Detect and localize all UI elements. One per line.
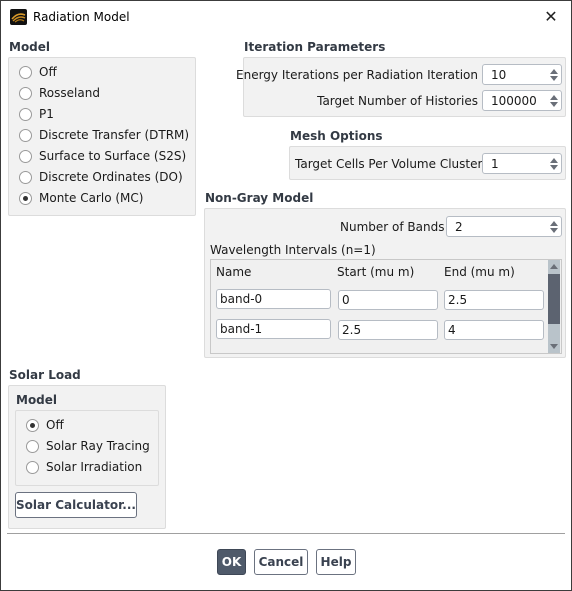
ok-button[interactable]: OK [217, 549, 246, 575]
option-label: Rosseland [39, 86, 100, 100]
model-group: Off Rosseland P1 Discrete Transfer (DTRM… [8, 57, 196, 216]
cancel-button[interactable]: Cancel [254, 549, 308, 575]
spinner-arrows[interactable] [547, 217, 561, 236]
radio-button[interactable] [19, 149, 32, 163]
arrow-up-icon[interactable] [550, 157, 558, 163]
nongray-heading: Non-Gray Model [205, 191, 314, 205]
spinner-arrows[interactable] [547, 154, 561, 173]
column-header-end: End (mu m) [444, 265, 515, 279]
band-1-name-field[interactable]: band-1 [216, 319, 331, 339]
energy-iterations-value[interactable]: 10 [483, 68, 547, 82]
solar-calculator-button[interactable]: Solar Calculator... [15, 492, 137, 518]
iteration-heading: Iteration Parameters [244, 40, 386, 54]
band-0-end-field[interactable]: 2.5 [444, 290, 544, 310]
option-label: Solar Ray Tracing [46, 439, 150, 453]
solar-load-heading: Solar Load [9, 368, 81, 382]
title-bar: Radiation Model ✕ [1, 1, 571, 34]
option-label: P1 [39, 107, 54, 121]
model-heading: Model [9, 40, 51, 54]
band-0-start-field[interactable]: 0 [338, 290, 438, 310]
radio-button[interactable] [19, 170, 32, 184]
option-label: Monte Carlo (MC) [39, 191, 144, 205]
wavelength-table: Name Start (mu m) End (mu m) band-0 0 2.… [210, 259, 562, 354]
mesh-group: Target Cells Per Volume Cluster 1 [289, 146, 566, 180]
window-title: Radiation Model [33, 10, 130, 24]
radio-button-selected[interactable] [26, 418, 39, 432]
arrow-up-icon[interactable] [550, 220, 558, 226]
option-label: Discrete Transfer (DTRM) [39, 128, 190, 142]
band-0-name-field[interactable]: band-0 [216, 289, 331, 309]
radio-button[interactable] [26, 439, 39, 453]
energy-iterations-spinner[interactable]: 10 [482, 64, 562, 85]
iteration-group: Energy Iterations per Radiation Iteratio… [236, 57, 566, 117]
option-label: Discrete Ordinates (DO) [39, 170, 183, 184]
arrow-down-icon[interactable] [550, 75, 558, 81]
radiation-app-icon [10, 9, 27, 25]
scroll-down-icon[interactable] [550, 344, 558, 349]
number-of-bands-label: Number of Bands [340, 220, 445, 234]
close-icon[interactable]: ✕ [539, 6, 563, 28]
option-label: Surface to Surface (S2S) [39, 149, 187, 163]
dialog-content: Model Off Rosseland P1 Discrete Transfer… [1, 34, 571, 590]
number-of-bands-spinner[interactable]: 2 [446, 216, 562, 237]
option-label: Off [46, 418, 64, 432]
mesh-heading: Mesh Options [290, 129, 383, 143]
footer-divider [7, 533, 565, 534]
option-label: Solar Irradiation [46, 460, 143, 474]
band-1-end-field[interactable]: 4 [444, 320, 544, 340]
nongray-group: Number of Bands 2 Wavelength Intervals (… [204, 208, 566, 358]
wavelength-intervals-label: Wavelength Intervals (n=1) [210, 243, 376, 257]
spinner-arrows[interactable] [547, 65, 561, 84]
option-label: Off [39, 65, 57, 79]
help-button[interactable]: Help [316, 549, 356, 575]
radio-button[interactable] [19, 65, 32, 79]
arrow-up-icon[interactable] [550, 94, 558, 100]
solar-model-group: Off Solar Ray Tracing Solar Irradiation [15, 410, 159, 486]
radio-button[interactable] [19, 107, 32, 121]
energy-iterations-label: Energy Iterations per Radiation Iteratio… [236, 68, 478, 82]
model-option-s2s[interactable]: Surface to Surface (S2S) [19, 146, 186, 166]
number-of-bands-value[interactable]: 2 [447, 220, 547, 234]
cells-per-cluster-spinner[interactable]: 1 [482, 153, 562, 174]
column-header-start: Start (mu m) [337, 265, 415, 279]
model-option-p1[interactable]: P1 [19, 104, 54, 124]
scroll-up-icon[interactable] [550, 264, 558, 269]
target-histories-value[interactable]: 100000 [483, 94, 547, 108]
cells-per-cluster-label: Target Cells Per Volume Cluster [295, 157, 483, 171]
model-option-rosseland[interactable]: Rosseland [19, 83, 100, 103]
radio-button[interactable] [26, 460, 39, 474]
model-option-do[interactable]: Discrete Ordinates (DO) [19, 167, 183, 187]
column-header-name: Name [216, 265, 252, 279]
model-option-mc[interactable]: Monte Carlo (MC) [19, 188, 143, 208]
solar-option-ray-tracing[interactable]: Solar Ray Tracing [26, 436, 150, 456]
table-scrollbar[interactable] [548, 260, 560, 353]
band-1-start-field[interactable]: 2.5 [338, 320, 438, 340]
model-option-dtrm[interactable]: Discrete Transfer (DTRM) [19, 125, 189, 145]
target-histories-label: Target Number of Histories [317, 94, 478, 108]
solar-load-group: Model Off Solar Ray Tracing Solar Irradi… [8, 385, 166, 529]
radio-button[interactable] [19, 128, 32, 142]
arrow-down-icon[interactable] [550, 227, 558, 233]
radiation-model-dialog: Radiation Model ✕ Model Off Rosseland P1… [0, 0, 572, 591]
scrollbar-thumb[interactable] [548, 274, 560, 324]
arrow-up-icon[interactable] [550, 68, 558, 74]
target-histories-spinner[interactable]: 100000 [482, 90, 562, 111]
cells-per-cluster-value[interactable]: 1 [483, 157, 547, 171]
solar-model-heading: Model [16, 393, 58, 407]
radio-button-selected[interactable] [19, 191, 32, 205]
arrow-down-icon[interactable] [550, 164, 558, 170]
arrow-down-icon[interactable] [550, 101, 558, 107]
radio-button[interactable] [19, 86, 32, 100]
model-option-off[interactable]: Off [19, 62, 57, 82]
solar-option-irradiation[interactable]: Solar Irradiation [26, 457, 142, 477]
solar-option-off[interactable]: Off [26, 415, 64, 435]
spinner-arrows[interactable] [547, 91, 561, 110]
